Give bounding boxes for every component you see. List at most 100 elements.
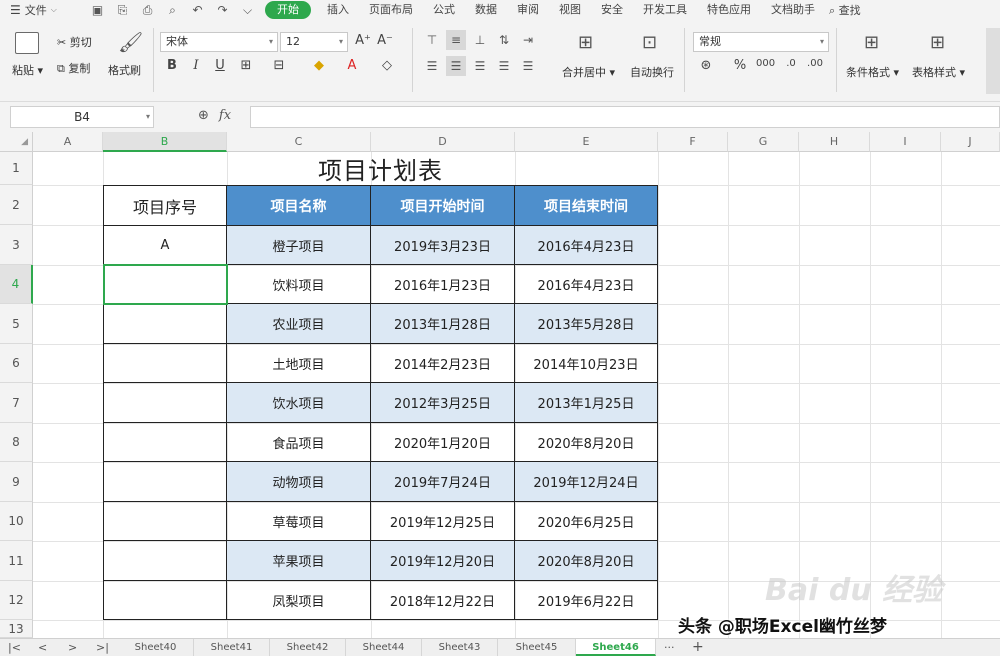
cell-end[interactable]: 2014年10月23日 [515,344,658,383]
cut-button[interactable]: ✂ 剪切 [57,34,92,50]
cell-name[interactable]: 动物项目 [227,462,371,502]
tab-security[interactable]: 安全 [591,0,633,20]
row-header-3[interactable]: 3 [0,225,33,265]
tab-developer[interactable]: 开发工具 [633,0,697,20]
cell-seq[interactable] [104,304,227,344]
cell-seq[interactable]: A [104,226,227,265]
percent-icon[interactable]: % [731,58,749,73]
text-direction-icon[interactable]: ⇅ [494,30,514,50]
cell-name[interactable]: 土地项目 [227,344,371,383]
cell-seq[interactable] [104,383,227,423]
cell-start[interactable]: 2013年1月28日 [371,304,515,344]
conditional-format-button[interactable]: 条件格式 ▾ [846,64,899,80]
cell-seq[interactable] [104,541,227,581]
column-header-i[interactable]: I [870,132,941,152]
next-sheet-icon[interactable]: > [68,639,77,656]
fill-pattern-icon[interactable]: ⊟ [270,58,288,73]
sheet-tab[interactable]: Sheet44 [346,639,422,656]
sheet-tab[interactable]: Sheet43 [422,639,498,656]
cell-name[interactable]: 凤梨项目 [227,581,371,620]
align-right-icon[interactable]: ☰ [470,56,490,76]
row-header-11[interactable]: 11 [0,541,33,581]
merge-center-button[interactable]: 合并居中 ▾ [562,64,615,80]
cell-seq[interactable] [104,462,227,502]
sheet-tab[interactable]: Sheet42 [270,639,346,656]
name-box[interactable]: B4 ▾ [10,106,154,128]
copy-button[interactable]: ⧉ 复制 [57,60,90,76]
ribbon-overflow[interactable] [986,28,1000,94]
distribute-icon[interactable]: ☰ [518,56,538,76]
cell-end[interactable]: 2013年5月28日 [515,304,658,344]
fill-color-icon[interactable]: ◆ [310,58,328,73]
cell-name[interactable]: 饮水项目 [227,383,371,423]
header-cell-end[interactable]: 项目结束时间 [515,186,658,226]
font-name-select[interactable]: 宋体 ▾ [160,32,278,52]
column-header-g[interactable]: G [728,132,799,152]
border-icon[interactable]: ⊞ [237,58,255,73]
header-cell-seq[interactable]: 项目序号 [104,186,227,226]
row-header-4[interactable]: 4 [0,265,33,304]
prev-sheet-icon[interactable]: < [38,639,47,656]
italic-icon[interactable]: I [187,58,205,73]
quick-access-chevron-icon[interactable]: ⌵ [235,3,260,18]
last-sheet-icon[interactable]: >| [96,639,109,656]
cell-end[interactable]: 2020年8月20日 [515,541,658,581]
column-header-e[interactable]: E [515,132,658,152]
zoom-icon[interactable]: ⊕ [198,108,209,123]
align-top-icon[interactable]: ⊤ [422,30,442,50]
cell-name[interactable]: 苹果项目 [227,541,371,581]
row-header-7[interactable]: 7 [0,383,33,423]
search-tab[interactable]: ⌕ 查找 [829,2,861,18]
cell-start[interactable]: 2016年1月23日 [371,265,515,304]
fx-icon[interactable]: fx [219,108,231,123]
align-middle-icon[interactable]: ≡ [446,30,466,50]
increase-decimal-icon[interactable]: .0 [782,58,800,69]
active-cell-selection[interactable] [103,264,228,305]
row-header-13[interactable]: 13 [0,620,33,638]
undo-icon[interactable]: ↶ [185,3,210,17]
cell-seq[interactable] [104,502,227,541]
tab-review[interactable]: 审阅 [507,0,549,20]
paste-icon[interactable] [15,32,39,54]
cell-name[interactable]: 橙子项目 [227,226,371,265]
tab-insert[interactable]: 插入 [317,0,359,20]
font-color-icon[interactable]: A [343,58,361,73]
cell-end[interactable]: 2020年6月25日 [515,502,658,541]
table-title[interactable]: 项目计划表 [103,152,658,185]
font-size-select[interactable]: 12 ▾ [280,32,348,52]
cell-start[interactable]: 2019年12月25日 [371,502,515,541]
row-header-9[interactable]: 9 [0,462,33,502]
cell-name[interactable]: 饮料项目 [227,265,371,304]
column-header-a[interactable]: A [33,132,103,152]
select-all-corner[interactable]: ◢ [0,132,33,152]
cell-start[interactable]: 2019年12月20日 [371,541,515,581]
table-style-button[interactable]: 表格样式 ▾ [912,64,965,80]
tab-doc-assistant[interactable]: 文档助手 [761,0,825,20]
more-sheets-button[interactable]: ··· [664,639,675,656]
currency-icon[interactable]: ⊛ [697,58,715,73]
add-sheet-button[interactable]: + [692,639,704,656]
column-header-b[interactable]: B [103,132,227,152]
sheet-tab[interactable]: Sheet41 [194,639,270,656]
underline-icon[interactable]: U [211,58,229,73]
indent-icon[interactable]: ⇥ [518,30,538,50]
thousands-icon[interactable]: 000 [756,58,775,69]
bold-icon[interactable]: B [163,58,181,73]
row-header-12[interactable]: 12 [0,581,33,620]
cell-seq[interactable] [104,581,227,620]
column-header-f[interactable]: F [658,132,728,152]
cell-end[interactable]: 2020年8月20日 [515,423,658,462]
tab-view[interactable]: 视图 [549,0,591,20]
column-header-d[interactable]: D [371,132,515,152]
align-left-icon[interactable]: ☰ [422,56,442,76]
column-header-j[interactable]: J [941,132,1000,152]
first-sheet-icon[interactable]: |< [8,639,21,656]
format-painter-button[interactable]: 格式刷 [108,62,141,78]
print-icon[interactable]: ⎙ [135,3,160,18]
cell-name[interactable]: 食品项目 [227,423,371,462]
cell-end[interactable]: 2019年12月24日 [515,462,658,502]
cell-start[interactable]: 2019年7月24日 [371,462,515,502]
redo-icon[interactable]: ↷ [210,3,235,17]
row-header-8[interactable]: 8 [0,423,33,462]
align-center-icon[interactable]: ☰ [446,56,466,76]
